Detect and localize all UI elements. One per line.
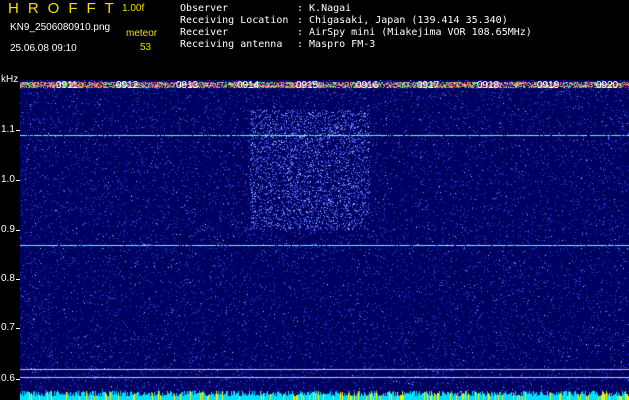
- y-tick-label: 1.1: [1, 124, 15, 135]
- meteor-count: 53: [140, 42, 152, 53]
- spectrogram-canvas: [20, 80, 629, 400]
- info-value-location: : Chigasaki, Japan (139.414 35.340): [297, 15, 508, 26]
- spectrogram: [20, 80, 629, 400]
- app-version: 1.00f: [122, 3, 145, 14]
- y-tick-mark: [16, 328, 20, 329]
- y-tick-label: 0.7: [1, 322, 15, 333]
- y-tick-label: 0.6: [1, 373, 15, 384]
- x-tick-label: 0911: [56, 80, 78, 91]
- y-tick-label: 1.0: [1, 174, 15, 185]
- y-tick-mark: [16, 180, 20, 181]
- meteor-label: meteor: [126, 28, 158, 39]
- y-axis-unit: kHz: [1, 74, 19, 85]
- header-panel: HROFFT 1.00f KN9_2506080910.png meteor 2…: [0, 0, 629, 80]
- info-key-receiver: Receiver: [180, 27, 229, 38]
- x-tick-label: 0914: [237, 80, 260, 91]
- date-time: 25.06.08 09:10: [10, 43, 77, 54]
- y-tick-mark: [16, 130, 20, 131]
- x-tick-label: 0913: [176, 80, 199, 91]
- info-key-antenna: Receiving antenna: [180, 39, 283, 50]
- info-key-observer: Observer: [180, 3, 229, 14]
- app-title: HROFFT: [8, 0, 123, 17]
- x-tick-label: 0912: [116, 80, 139, 91]
- x-tick-label: 0920: [596, 80, 619, 91]
- x-tick-label: 0918: [477, 80, 500, 91]
- x-tick-label: 0919: [537, 80, 560, 91]
- x-tick-label: 0915: [296, 80, 319, 91]
- y-tick-label: 0.9: [1, 224, 15, 235]
- y-tick-mark: [16, 279, 20, 280]
- x-tick-label: 0917: [417, 80, 440, 91]
- file-name: KN9_2506080910.png: [10, 22, 111, 33]
- info-value-receiver: : AirSpy mini (Miakejima VOR 108.65MHz): [297, 27, 532, 38]
- y-tick-mark: [16, 379, 20, 380]
- x-tick-label: 0916: [356, 80, 379, 91]
- y-tick-label: 0.8: [1, 273, 15, 284]
- info-key-location: Receiving Location: [180, 15, 289, 26]
- y-tick-mark: [16, 230, 20, 231]
- info-value-observer: : K.Nagai: [297, 3, 352, 14]
- info-value-antenna: : Maspro FM-3: [297, 39, 376, 50]
